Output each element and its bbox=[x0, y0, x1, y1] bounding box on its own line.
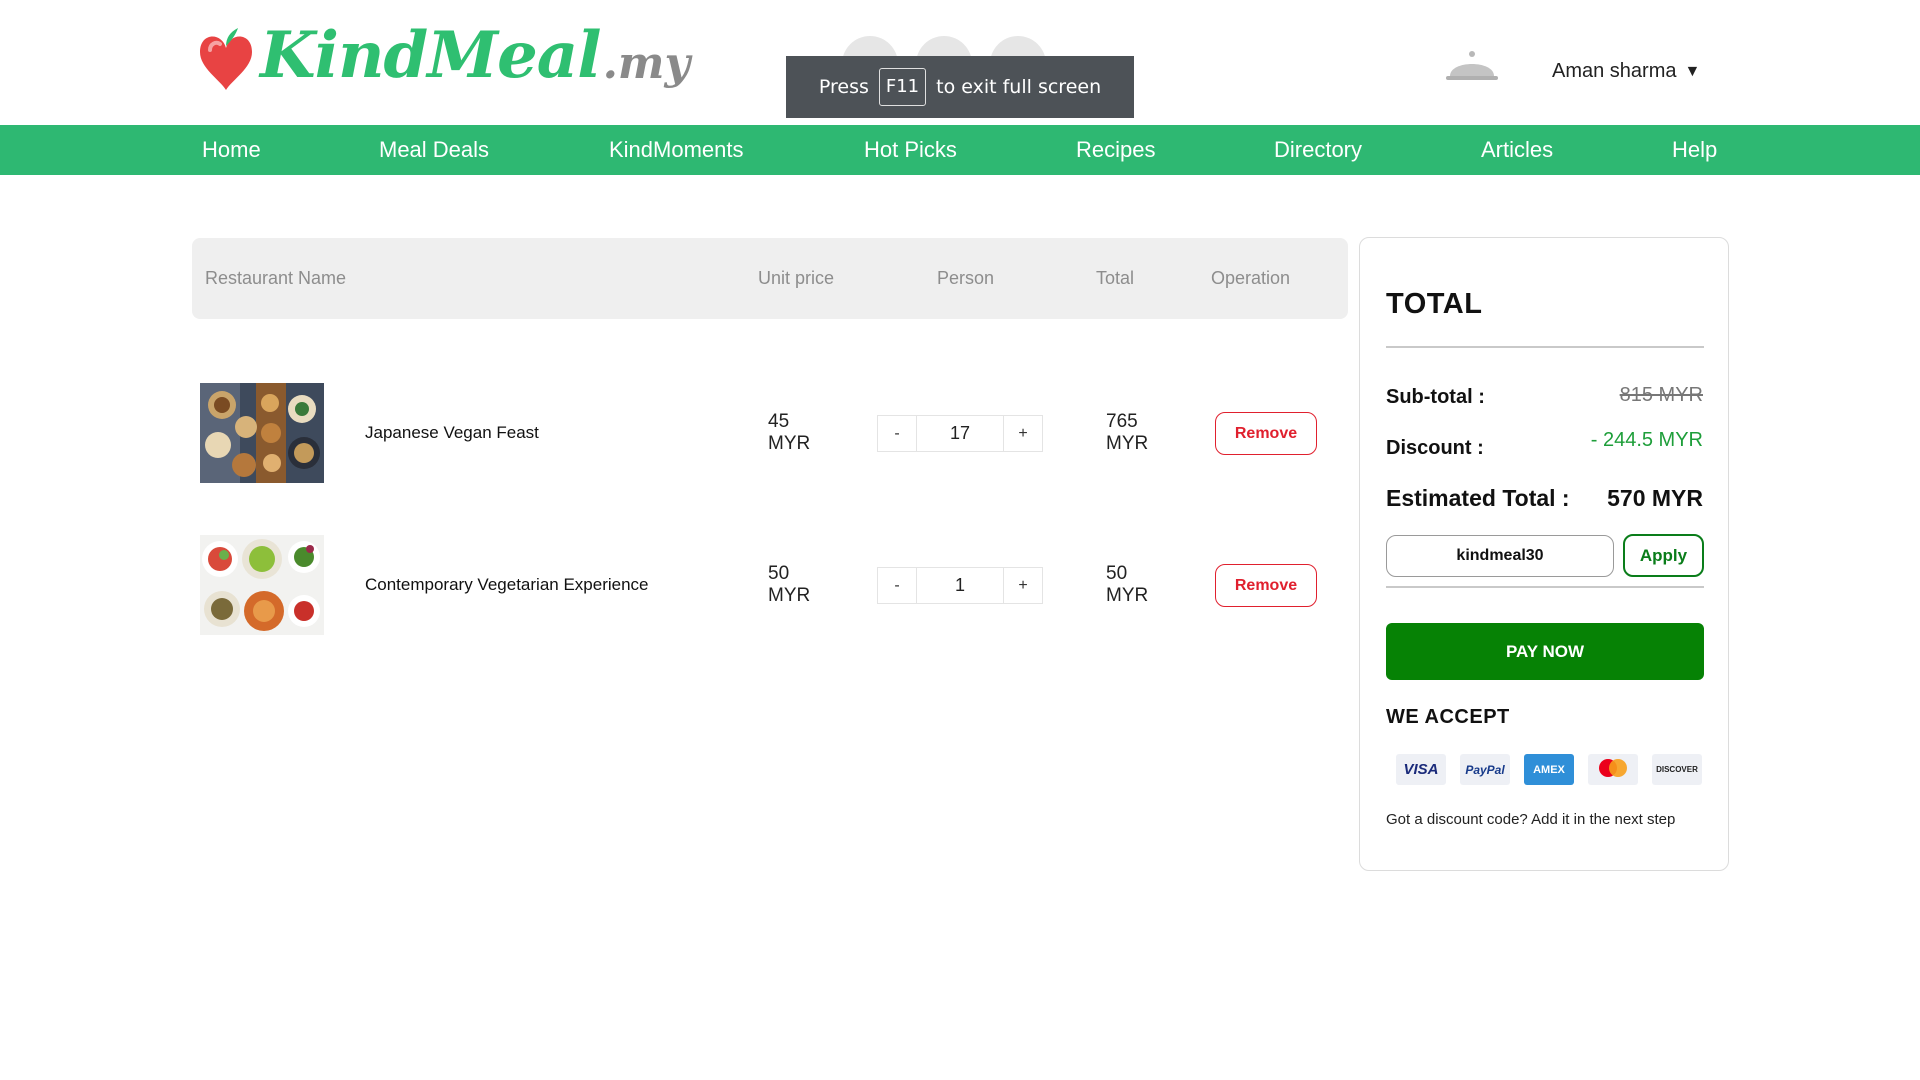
nav-directory[interactable]: Directory bbox=[1274, 125, 1362, 175]
remove-button[interactable]: Remove bbox=[1215, 564, 1317, 607]
we-accept-title: WE ACCEPT bbox=[1386, 706, 1510, 728]
unit-price-amount: 45 bbox=[768, 411, 790, 432]
nav-home[interactable]: Home bbox=[202, 125, 261, 175]
toast-key: F11 bbox=[878, 68, 927, 106]
heart-icon bbox=[196, 26, 256, 98]
cart-table-header: Restaurant Name Unit price Person Total … bbox=[192, 238, 1348, 319]
discount-value: - 244.5 MYR bbox=[1590, 429, 1703, 451]
summary-title: TOTAL bbox=[1386, 288, 1483, 320]
decrement-button[interactable]: - bbox=[878, 416, 916, 451]
nav-recipes[interactable]: Recipes bbox=[1076, 125, 1155, 175]
unit-price-amount: 50 bbox=[768, 563, 790, 584]
row-total-currency: MYR bbox=[1106, 433, 1149, 454]
logo-tld: .my bbox=[602, 38, 691, 89]
remove-button[interactable]: Remove bbox=[1215, 412, 1317, 455]
nav-help[interactable]: Help bbox=[1672, 125, 1717, 175]
toast-message: to exit full screen bbox=[936, 76, 1102, 98]
logo-wordmark: KindMeal bbox=[260, 18, 602, 93]
estimated-total-value: 570 MYR bbox=[1607, 485, 1703, 511]
user-menu[interactable]: Aman sharma ▼ bbox=[1552, 60, 1700, 83]
payment-methods: VISA PayPal AMEX DISCOVER bbox=[1396, 754, 1702, 785]
decrement-button[interactable]: - bbox=[878, 568, 916, 603]
increment-button[interactable]: + bbox=[1004, 416, 1042, 451]
user-name: Aman sharma bbox=[1552, 60, 1677, 82]
discount-label: Discount : bbox=[1386, 437, 1484, 459]
increment-button[interactable]: + bbox=[1004, 568, 1042, 603]
visa-icon: VISA bbox=[1396, 754, 1446, 785]
row-total-currency: MYR bbox=[1106, 585, 1149, 606]
main-nav: Home Meal Deals KindMoments Hot Picks Re… bbox=[0, 125, 1920, 175]
cart-row: Contemporary Vegetarian Experience 50 MY… bbox=[192, 535, 1348, 635]
col-total: Total bbox=[1096, 268, 1135, 288]
unit-price-currency: MYR bbox=[768, 433, 811, 454]
row-total: 50 MYR bbox=[1106, 563, 1166, 607]
nav-articles[interactable]: Articles bbox=[1481, 125, 1553, 175]
meal-image[interactable] bbox=[200, 535, 324, 635]
divider bbox=[1386, 586, 1704, 588]
unit-price: 45 MYR bbox=[768, 411, 828, 455]
pay-now-button[interactable]: PAY NOW bbox=[1386, 623, 1704, 680]
meal-image[interactable] bbox=[200, 383, 324, 483]
coupon-input[interactable] bbox=[1386, 535, 1614, 577]
paypal-icon: PayPal bbox=[1460, 754, 1510, 785]
toast-press: Press bbox=[818, 76, 869, 98]
kindmeal-logo[interactable]: KindMeal .my bbox=[196, 14, 690, 106]
nav-hot-picks[interactable]: Hot Picks bbox=[864, 125, 957, 175]
quantity-stepper: - + bbox=[877, 415, 1043, 452]
divider bbox=[1386, 346, 1704, 348]
col-unit-price: Unit price bbox=[758, 268, 835, 288]
mastercard-icon bbox=[1588, 754, 1638, 785]
discover-icon: DISCOVER bbox=[1652, 754, 1702, 785]
unit-price-currency: MYR bbox=[768, 585, 811, 606]
subtotal-label: Sub-total : bbox=[1386, 386, 1485, 408]
row-total-amount: 765 bbox=[1106, 411, 1138, 432]
amex-icon: AMEX bbox=[1524, 754, 1574, 785]
col-operation: Operation bbox=[1211, 268, 1291, 288]
col-restaurant: Restaurant Name bbox=[205, 268, 347, 288]
quantity-input[interactable] bbox=[916, 416, 1004, 451]
row-total-amount: 50 bbox=[1106, 563, 1128, 584]
order-summary: TOTAL Sub-total : 815 MYR Discount : - 2… bbox=[1359, 237, 1729, 871]
quantity-input[interactable] bbox=[916, 568, 1004, 603]
apply-coupon-button[interactable]: Apply bbox=[1623, 534, 1704, 577]
cloche-icon[interactable] bbox=[1444, 48, 1500, 84]
caret-down-icon: ▼ bbox=[1684, 62, 1701, 80]
meal-name[interactable]: Japanese Vegan Feast bbox=[365, 383, 539, 483]
discount-note: Got a discount code? Add it in the next … bbox=[1386, 811, 1676, 828]
quantity-stepper: - + bbox=[877, 567, 1043, 604]
subtotal-value: 815 MYR bbox=[1619, 384, 1703, 406]
site-header: KindMeal .my Press F11 to exit full scre… bbox=[0, 0, 1920, 125]
nav-kindmoments[interactable]: KindMoments bbox=[609, 125, 744, 175]
estimated-total-label: Estimated Total : bbox=[1386, 485, 1570, 511]
cart-row: Japanese Vegan Feast 45 MYR - + 765 MYR … bbox=[192, 383, 1348, 483]
row-total: 765 MYR bbox=[1106, 411, 1166, 455]
nav-meal-deals[interactable]: Meal Deals bbox=[379, 125, 489, 175]
fullscreen-toast: Press F11 to exit full screen bbox=[786, 56, 1134, 118]
meal-name[interactable]: Contemporary Vegetarian Experience bbox=[365, 535, 649, 635]
col-person: Person bbox=[937, 268, 995, 288]
unit-price: 50 MYR bbox=[768, 563, 828, 607]
